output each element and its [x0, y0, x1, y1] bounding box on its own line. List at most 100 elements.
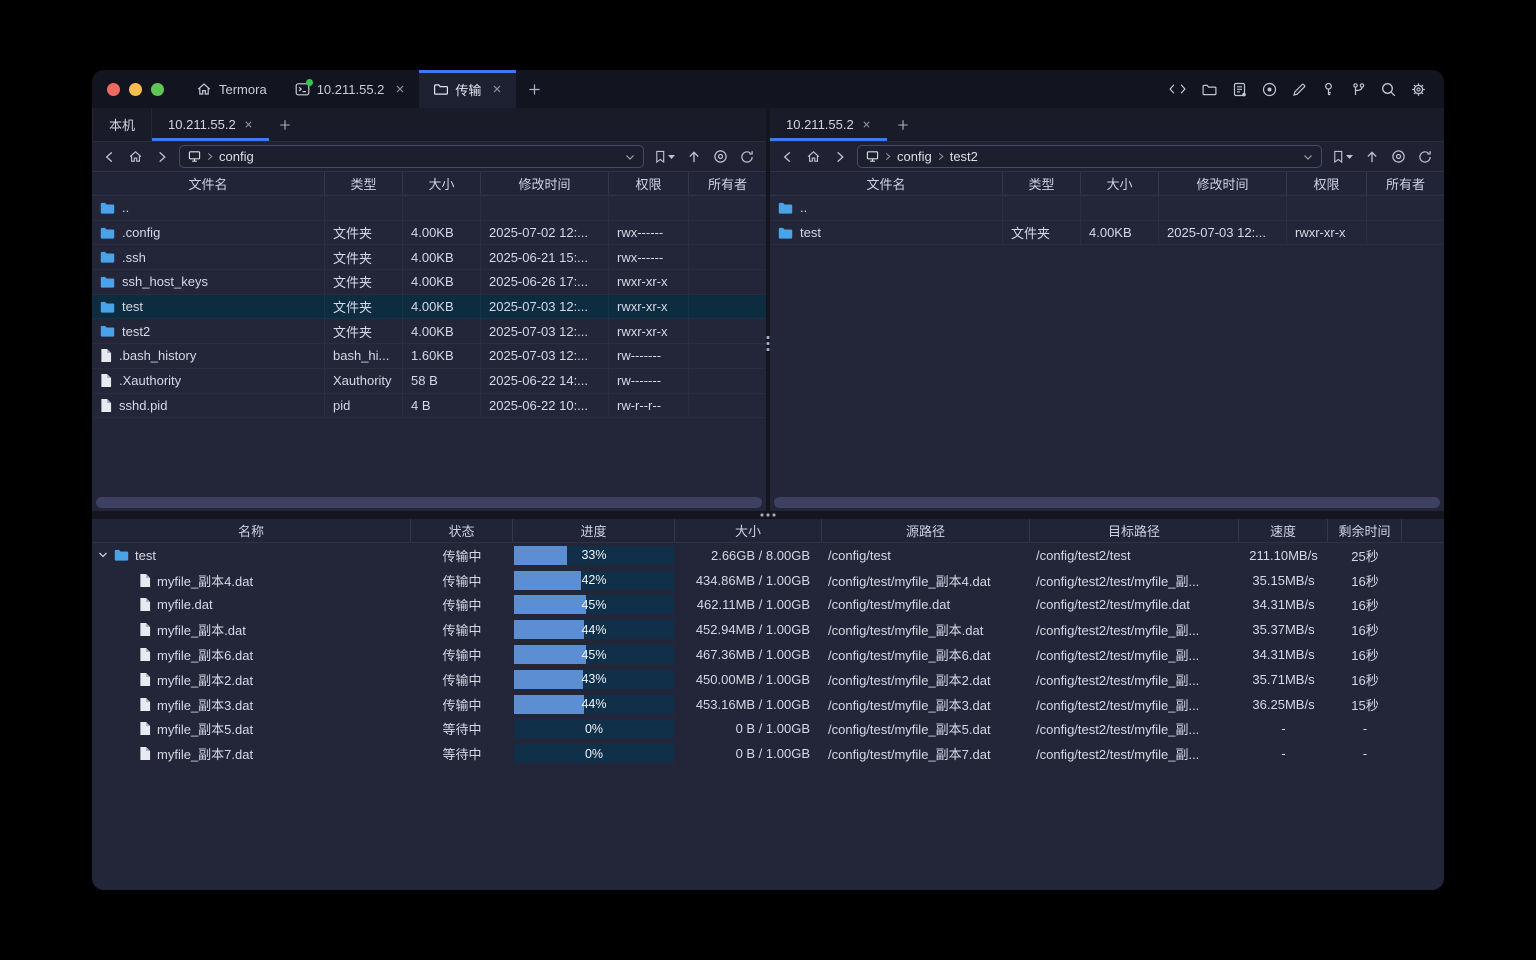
- upload-button[interactable]: [1363, 150, 1381, 164]
- column-header[interactable]: 状态: [411, 519, 513, 542]
- horizontal-scrollbar[interactable]: [96, 497, 762, 508]
- panel-tab-remote[interactable]: 10.211.55.2: [770, 108, 887, 141]
- transfer-row[interactable]: myfile_副本2.dat 传输中 43% 450.00MB / 1.00GB…: [92, 667, 1444, 692]
- home-button[interactable]: [126, 149, 145, 164]
- column-header[interactable]: 大小: [675, 519, 822, 542]
- table-header: 文件名 类型 大小 修改时间 权限 所有者: [770, 171, 1444, 196]
- column-header[interactable]: 权限: [1287, 172, 1367, 195]
- transfer-row[interactable]: myfile_副本.dat 传输中 44% 452.94MB / 1.00GB …: [92, 617, 1444, 642]
- key-icon[interactable]: [1321, 82, 1336, 97]
- record-icon[interactable]: [1262, 82, 1277, 97]
- transfer-row[interactable]: myfile_副本3.dat 传输中 44% 453.16MB / 1.00GB…: [92, 692, 1444, 717]
- transfer-row[interactable]: myfile_副本5.dat 等待中 0% 0 B / 1.00GB /conf…: [92, 717, 1444, 742]
- close-icon[interactable]: [492, 84, 502, 94]
- column-header[interactable]: 名称: [92, 519, 411, 542]
- bookmark-button[interactable]: [652, 150, 677, 163]
- keychain-icon[interactable]: [1351, 82, 1366, 97]
- column-header[interactable]: 剩余时间: [1328, 519, 1402, 542]
- chevron-down-icon[interactable]: [1303, 153, 1313, 161]
- add-panel-tab-button[interactable]: [887, 108, 919, 141]
- table-row[interactable]: .ssh 文件夹4.00KB2025-06-21 15:...rwx------: [92, 245, 766, 270]
- table-row[interactable]: test2 文件夹4.00KB2025-07-03 12:...rwxr-xr-…: [92, 319, 766, 344]
- close-icon[interactable]: [862, 120, 871, 129]
- search-icon[interactable]: [1381, 82, 1396, 97]
- file-icon: [139, 746, 151, 761]
- home-button[interactable]: [804, 149, 823, 164]
- table-row[interactable]: sshd.pid pid4 B2025-06-22 10:...rw-r--r-…: [92, 394, 766, 419]
- forward-button[interactable]: [153, 150, 171, 164]
- column-header[interactable]: 文件名: [770, 172, 1003, 195]
- column-header[interactable]: 类型: [1003, 172, 1081, 195]
- horizontal-splitter[interactable]: [92, 511, 1444, 519]
- code-icon[interactable]: [1169, 83, 1186, 95]
- transfer-header: 名称 状态 进度 大小 源路径 目标路径 速度 剩余时间: [92, 519, 1444, 543]
- close-icon[interactable]: [244, 120, 253, 129]
- column-header[interactable]: 所有者: [1367, 172, 1444, 195]
- refresh-button[interactable]: [1416, 150, 1434, 164]
- table-row[interactable]: .Xauthority Xauthority58 B2025-06-22 14:…: [92, 369, 766, 394]
- close-window-button[interactable]: [107, 83, 120, 96]
- column-header[interactable]: 文件名: [92, 172, 325, 195]
- column-header[interactable]: 权限: [609, 172, 689, 195]
- log-icon[interactable]: [1232, 82, 1247, 97]
- tab-home[interactable]: Termora: [182, 70, 281, 108]
- new-tab-button[interactable]: [516, 70, 553, 108]
- folder-icon: [100, 201, 115, 215]
- table-row[interactable]: ssh_host_keys 文件夹4.00KB2025-06-26 17:...…: [92, 270, 766, 295]
- caret-down-icon: [668, 155, 675, 159]
- settings-icon[interactable]: [1411, 82, 1426, 97]
- left-file-table: 文件名 类型 大小 修改时间 权限 所有者 .. .config 文件夹4.00…: [92, 171, 766, 511]
- column-header[interactable]: 类型: [325, 172, 403, 195]
- tab-transfer[interactable]: 传输: [419, 70, 516, 108]
- show-hidden-files-button[interactable]: [1389, 149, 1408, 164]
- refresh-button[interactable]: [738, 150, 756, 164]
- path-segment[interactable]: test2: [950, 149, 978, 164]
- transfer-row[interactable]: myfile_副本4.dat 传输中 42% 434.86MB / 1.00GB…: [92, 568, 1444, 593]
- back-button[interactable]: [778, 150, 796, 164]
- column-header[interactable]: 修改时间: [481, 172, 609, 195]
- forward-button[interactable]: [831, 150, 849, 164]
- transfer-row[interactable]: myfile.dat 传输中 45% 462.11MB / 1.00GB /co…: [92, 593, 1444, 618]
- panel-tab-remote[interactable]: 10.211.55.2: [152, 108, 269, 141]
- minimize-window-button[interactable]: [129, 83, 142, 96]
- path-segment[interactable]: config: [897, 149, 932, 164]
- file-icon: [100, 398, 112, 413]
- zoom-window-button[interactable]: [151, 83, 164, 96]
- horizontal-scrollbar[interactable]: [774, 497, 1440, 508]
- chevron-down-icon[interactable]: [625, 153, 635, 161]
- transfer-row[interactable]: myfile_副本6.dat 传输中 45% 467.36MB / 1.00GB…: [92, 642, 1444, 667]
- column-header[interactable]: 修改时间: [1159, 172, 1287, 195]
- panel-tab-local[interactable]: 本机: [92, 108, 152, 141]
- column-header[interactable]: 大小: [403, 172, 481, 195]
- table-row[interactable]: ..: [92, 196, 766, 221]
- table-header: 文件名 类型 大小 修改时间 权限 所有者: [92, 171, 766, 196]
- tab-ssh-session[interactable]: 10.211.55.2: [281, 70, 420, 108]
- path-field[interactable]: config: [179, 145, 644, 168]
- table-row-selected[interactable]: test 文件夹4.00KB2025-07-03 12:...rwxr-xr-x: [92, 295, 766, 320]
- home-icon: [196, 81, 212, 97]
- folder-icon[interactable]: [1201, 83, 1217, 96]
- add-panel-tab-button[interactable]: [269, 108, 301, 141]
- column-header[interactable]: 源路径: [822, 519, 1030, 542]
- path-field[interactable]: config test2: [857, 145, 1322, 168]
- table-row[interactable]: .config 文件夹4.00KB2025-07-02 12:...rwx---…: [92, 221, 766, 246]
- chevron-down-icon[interactable]: [98, 550, 108, 560]
- path-segment[interactable]: config: [219, 149, 254, 164]
- column-header[interactable]: 进度: [513, 519, 675, 542]
- table-row[interactable]: .bash_history bash_hi...1.60KB2025-07-03…: [92, 344, 766, 369]
- back-button[interactable]: [100, 150, 118, 164]
- column-header[interactable]: 大小: [1081, 172, 1159, 195]
- close-icon[interactable]: [395, 84, 405, 94]
- show-hidden-files-button[interactable]: [711, 149, 730, 164]
- table-row[interactable]: test 文件夹4.00KB2025-07-03 12:...rwxr-xr-x: [770, 221, 1444, 246]
- transfer-row[interactable]: test 传输中 33% 2.66GB / 8.00GB /config/tes…: [92, 543, 1444, 568]
- edit-icon[interactable]: [1292, 82, 1306, 96]
- table-row[interactable]: ..: [770, 196, 1444, 221]
- upload-button[interactable]: [685, 150, 703, 164]
- transfer-row[interactable]: myfile_副本7.dat 等待中 0% 0 B / 1.00GB /conf…: [92, 741, 1444, 766]
- computer-icon: [188, 150, 201, 163]
- column-header[interactable]: 速度: [1239, 519, 1328, 542]
- column-header[interactable]: 目标路径: [1030, 519, 1239, 542]
- bookmark-button[interactable]: [1330, 150, 1355, 163]
- column-header[interactable]: 所有者: [689, 172, 766, 195]
